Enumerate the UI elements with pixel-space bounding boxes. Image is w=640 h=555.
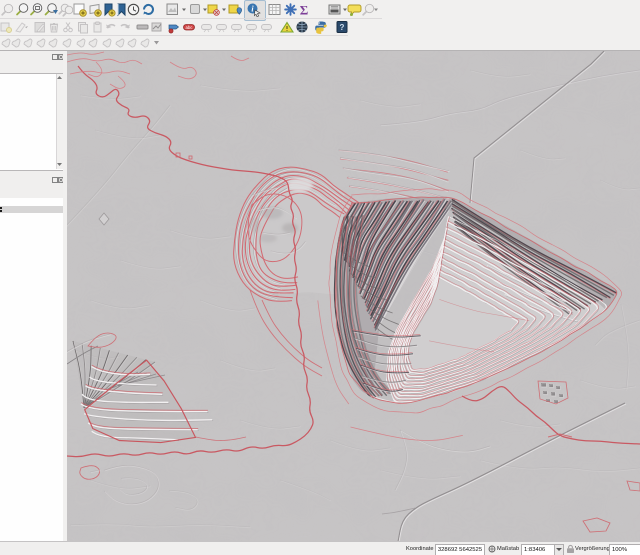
svg-text:?: ?	[340, 23, 345, 32]
svg-text:abc: abc	[186, 25, 194, 30]
svg-text:Σ: Σ	[300, 3, 309, 18]
